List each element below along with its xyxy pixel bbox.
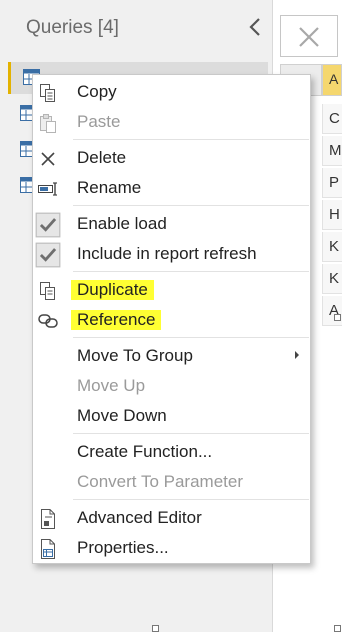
grid-cell[interactable]: K bbox=[322, 264, 342, 294]
menu-item-include-in-report-refresh[interactable]: Include in report refresh bbox=[33, 239, 310, 269]
menu-item-label: Enable load bbox=[77, 214, 167, 233]
paste-icon bbox=[40, 114, 56, 133]
resize-handle[interactable] bbox=[334, 625, 341, 632]
checkbox-checked-icon bbox=[35, 242, 61, 268]
menu-item-label: Rename bbox=[77, 178, 142, 197]
queries-title: Queries [4] bbox=[26, 17, 119, 38]
cancel-formula-button[interactable] bbox=[280, 15, 338, 57]
duplicate-icon bbox=[40, 282, 55, 300]
menu-item-label: Paste bbox=[77, 112, 121, 131]
menu-separator bbox=[73, 337, 309, 338]
menu-item-label: Advanced Editor bbox=[77, 508, 202, 527]
menu-item-label: Convert To Parameter bbox=[77, 472, 243, 491]
menu-item-label: Move Up bbox=[77, 376, 146, 395]
menu-item-rename[interactable]: Rename bbox=[33, 173, 310, 203]
menu-item-enable-load[interactable]: Enable load bbox=[33, 209, 310, 239]
submenu-arrow-icon bbox=[295, 351, 299, 359]
menu-separator bbox=[73, 139, 309, 140]
menu-item-create-function[interactable]: Create Function... bbox=[33, 437, 310, 467]
copy-icon bbox=[40, 84, 55, 102]
menu-item-delete[interactable]: Delete bbox=[33, 143, 310, 173]
menu-separator bbox=[73, 205, 309, 206]
menu-item-label: Move To Group bbox=[77, 346, 193, 365]
menu-separator bbox=[73, 271, 309, 272]
grid-cell[interactable]: A bbox=[322, 296, 342, 326]
resize-handle[interactable] bbox=[152, 625, 159, 632]
menu-separator bbox=[73, 433, 309, 434]
menu-item-label: Include in report refresh bbox=[77, 244, 257, 263]
rename-icon bbox=[38, 182, 57, 196]
grid-cell[interactable]: P bbox=[322, 168, 342, 198]
column-header-label: A bbox=[329, 71, 339, 87]
grid-cell[interactable]: C bbox=[322, 104, 342, 134]
grid-cell[interactable]: K bbox=[322, 232, 342, 262]
close-icon bbox=[299, 27, 319, 47]
advanced-editor-icon bbox=[41, 509, 55, 529]
menu-item-label: Delete bbox=[77, 148, 127, 167]
context-menu: Copy Paste Delete Rename Enable load Inc… bbox=[32, 74, 311, 564]
menu-item-reference[interactable]: Reference bbox=[33, 305, 310, 335]
collapse-pane-icon[interactable] bbox=[246, 16, 264, 38]
menu-item-label: Create Function... bbox=[77, 442, 213, 461]
menu-item-label: Reference bbox=[71, 310, 162, 330]
menu-item-label: Properties... bbox=[77, 538, 169, 557]
menu-item-advanced-editor[interactable]: Advanced Editor bbox=[33, 503, 310, 533]
menu-item-convert-to-parameter[interactable]: Convert To Parameter bbox=[33, 467, 310, 497]
grid-cell[interactable]: M bbox=[322, 136, 342, 166]
checkbox-checked-icon bbox=[35, 212, 61, 238]
menu-separator bbox=[73, 499, 309, 500]
resize-handle[interactable] bbox=[334, 314, 341, 321]
menu-item-label: Duplicate bbox=[71, 280, 154, 300]
menu-item-move-up[interactable]: Move Up bbox=[33, 371, 310, 401]
menu-item-copy[interactable]: Copy bbox=[33, 77, 310, 107]
reference-icon bbox=[38, 314, 58, 328]
menu-item-move-to-group[interactable]: Move To Group bbox=[33, 341, 310, 371]
menu-item-duplicate[interactable]: Duplicate bbox=[33, 275, 310, 305]
menu-item-move-down[interactable]: Move Down bbox=[33, 401, 310, 431]
menu-item-label: Copy bbox=[77, 82, 117, 101]
grid-cell[interactable]: H bbox=[322, 200, 342, 230]
delete-icon bbox=[41, 152, 55, 166]
menu-item-paste[interactable]: Paste bbox=[33, 107, 310, 137]
menu-item-label: Move Down bbox=[77, 406, 167, 425]
properties-icon bbox=[41, 539, 55, 559]
menu-item-properties[interactable]: Properties... bbox=[33, 533, 310, 563]
column-header[interactable]: A bbox=[322, 64, 342, 96]
